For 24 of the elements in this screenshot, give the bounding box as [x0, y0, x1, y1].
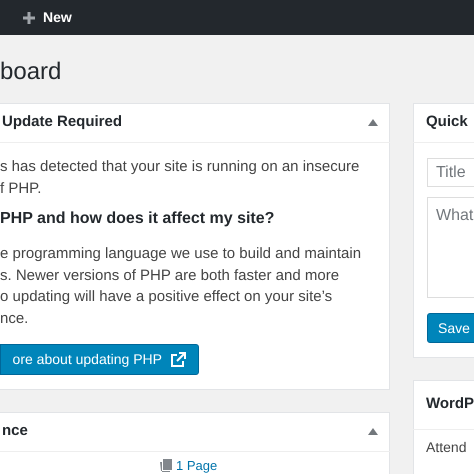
- text-line: e programming language we use to build and maintain: [0, 244, 362, 264]
- external-link-icon: [170, 352, 186, 368]
- learn-more-button[interactable]: ore about updating PHP: [0, 344, 199, 375]
- panel-title: Update Required: [1, 112, 122, 132]
- collapse-toggle-icon[interactable]: [368, 119, 378, 126]
- content-textarea[interactable]: What: [427, 197, 474, 298]
- page-title: board: [0, 58, 62, 86]
- new-menu-item[interactable]: New: [22, 7, 72, 28]
- text-line: s has detected that your site is running on an insecure: [0, 157, 360, 177]
- save-button[interactable]: Save: [427, 313, 474, 343]
- text-line: f PHP.: [0, 178, 42, 198]
- text-line: o updating will have a positive effect on your site’s: [0, 287, 334, 307]
- panel-title: WordP: [426, 394, 474, 414]
- panel-title: Quick: [426, 112, 468, 132]
- page-icon: [160, 459, 172, 472]
- plus-icon: [22, 10, 36, 24]
- section-heading: PHP and how does it affect my site?: [0, 209, 276, 229]
- panel-title: nce: [1, 421, 28, 442]
- text-line: nce.: [0, 308, 30, 328]
- pages-link[interactable]: 1 Page: [176, 458, 218, 473]
- title-input[interactable]: Title: [427, 158, 474, 187]
- events-text: Attend: [426, 438, 466, 457]
- text-line: s. Newer versions of PHP are both faster and more: [0, 266, 340, 286]
- collapse-toggle-icon[interactable]: [368, 428, 378, 435]
